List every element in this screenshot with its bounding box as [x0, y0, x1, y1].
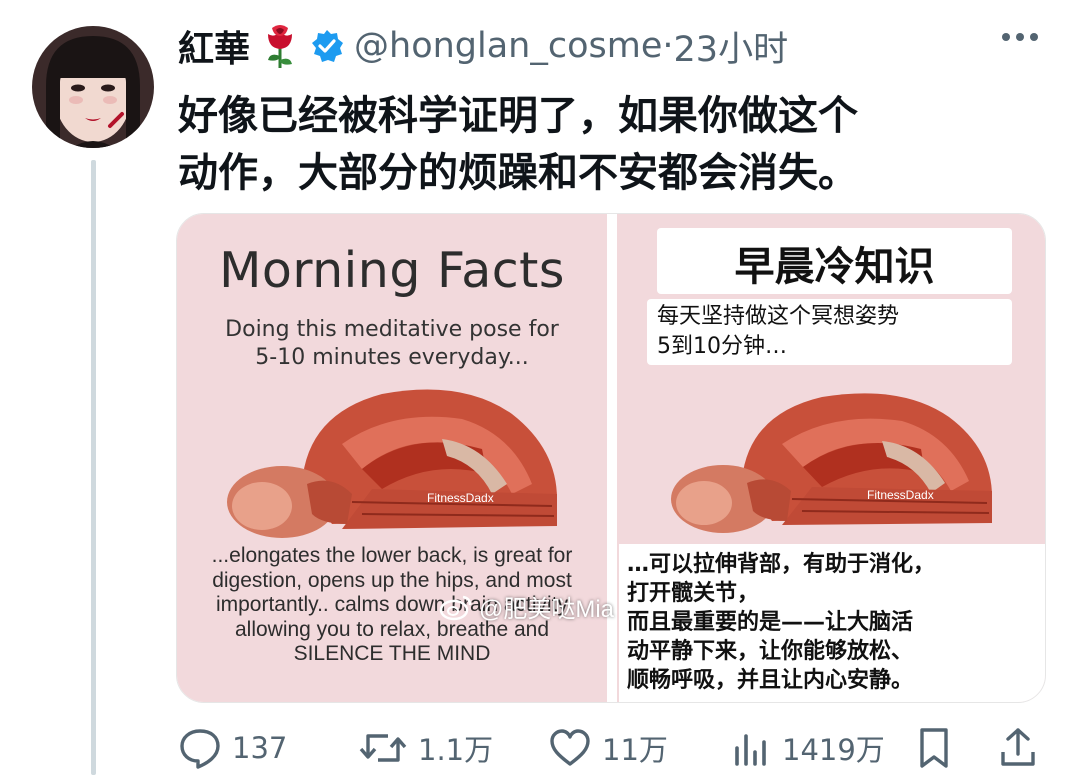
image-body-line: 顺畅呼吸，并且让内心安静。: [627, 668, 914, 693]
media-divider: [607, 214, 617, 702]
post-media[interactable]: Morning Facts Doing this meditative pose…: [176, 213, 1046, 703]
share-button[interactable]: [998, 720, 1038, 775]
post-header: 紅華 @honglan_cosme · 23小时: [178, 20, 788, 72]
views-icon: [735, 734, 766, 766]
watermark-text: @肥美哒Mia: [479, 596, 615, 623]
views-button[interactable]: 1419万: [732, 720, 885, 775]
retweet-icon: [359, 734, 407, 762]
reply-count: 137: [232, 731, 288, 765]
image-body-line: …可以拉伸背部，有助于消化，: [627, 552, 936, 577]
anatomy-figure: FitnessDadx: [671, 393, 992, 533]
share-icon: [1001, 728, 1035, 766]
post-timestamp[interactable]: 23小时: [674, 21, 789, 72]
image-body-line: ...elongates the lower back, is great fo…: [211, 544, 573, 567]
action-bar: 137 1.1万 11万 1419万: [0, 720, 1080, 775]
anatomy-figure: FitnessDadx: [227, 389, 557, 538]
image-body-line: 动平静下来，让你能够放松、: [627, 639, 914, 664]
image-subtitle: Doing this meditative pose for: [225, 317, 559, 342]
image-body-line: 打开髋关节，: [627, 581, 760, 606]
credit-watermark: FitnessDadx: [867, 488, 934, 502]
image-watermark: @肥美哒Mia: [439, 589, 614, 624]
weibo-icon: [439, 595, 472, 620]
media-image-left[interactable]: Morning Facts Doing this meditative pose…: [177, 214, 607, 702]
post-text: 好像已经被科学证明了，如果你做这个 动作，大部分的烦躁和不安都会消失。: [178, 88, 1068, 202]
verified-icon: [310, 29, 344, 63]
image-subtitle: 5-10 minutes everyday...: [255, 345, 529, 370]
thread-line: [91, 160, 96, 775]
more-icon[interactable]: [1000, 30, 1040, 48]
image-subtitle: 每天坚持做这个冥想姿势 5到10分钟…: [657, 302, 899, 362]
bookmark-icon: [920, 728, 948, 768]
image-title: 早晨冷知识: [734, 244, 935, 290]
views-count: 1419万: [782, 733, 885, 767]
like-count: 11万: [602, 733, 668, 767]
avatar[interactable]: [32, 26, 154, 148]
post-text-line: 动作，大部分的烦躁和不安都会消失。: [178, 150, 858, 196]
image-title: Morning Facts: [219, 242, 565, 299]
bookmark-button[interactable]: [915, 720, 953, 775]
post-text-line: 好像已经被科学证明了，如果你做这个: [178, 93, 858, 139]
credit-watermark: FitnessDadx: [427, 491, 494, 505]
image-body-line: 而且最重要的是——让大脑活: [627, 610, 914, 635]
reply-button[interactable]: 137: [178, 720, 287, 775]
separator-dot: ·: [662, 26, 674, 66]
retweet-button[interactable]: 1.1万: [358, 720, 493, 775]
rose-icon: [260, 22, 300, 70]
like-icon: [550, 729, 590, 766]
image-body-text: …可以拉伸背部，有助于消化， 打开髋关节， 而且最重要的是——让大脑活 动平静下…: [627, 550, 935, 695]
reply-icon: [180, 729, 220, 769]
media-image-right[interactable]: 早晨冷知识 每天坚持做这个冥想姿势 5到10分钟… FitnessDadx …可…: [617, 214, 1045, 702]
image-subtitle-line: 5到10分钟…: [657, 334, 787, 359]
like-button[interactable]: 11万: [548, 720, 668, 775]
image-body-line: SILENCE THE MIND: [293, 642, 491, 665]
retweet-count: 1.1万: [418, 733, 494, 767]
display-name[interactable]: 紅華: [178, 20, 250, 72]
author-handle[interactable]: @honglan_cosme: [354, 26, 662, 66]
image-subtitle-line: 每天坚持做这个冥想姿势: [657, 304, 900, 329]
